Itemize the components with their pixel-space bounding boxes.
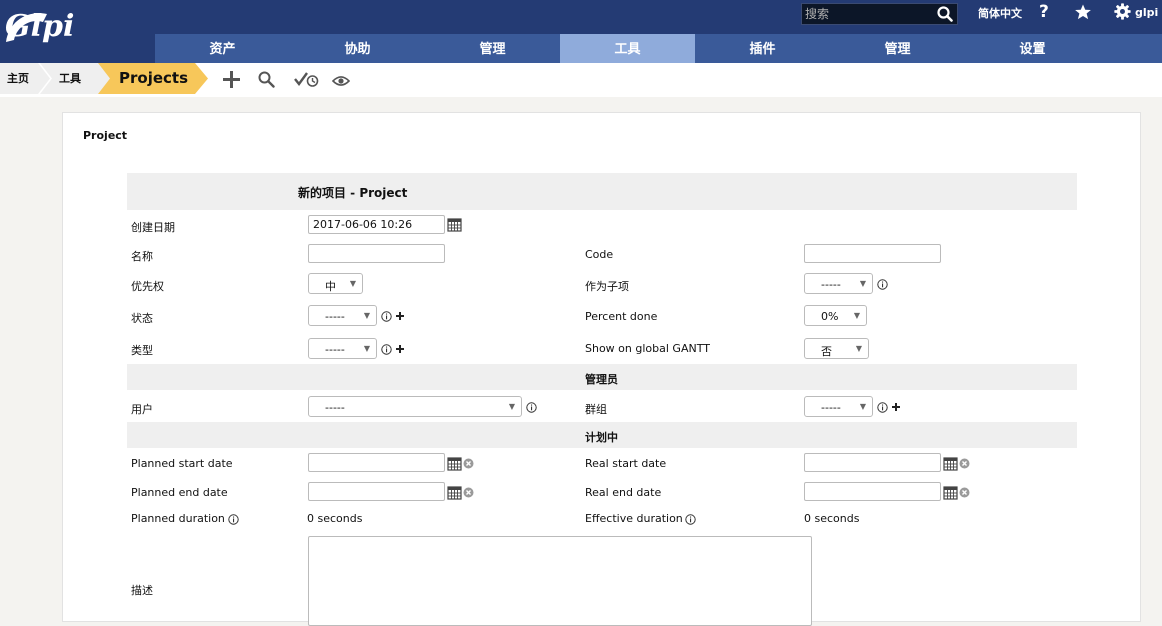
description-label: 描述 xyxy=(131,584,153,597)
group-select[interactable]: ----- ▼ xyxy=(804,396,873,417)
menu-assets[interactable]: 资产 xyxy=(155,34,290,63)
add-group-icon[interactable] xyxy=(892,403,900,411)
chevron-down-icon: ▼ xyxy=(859,279,866,288)
menu-administration[interactable]: 管理 xyxy=(830,34,965,63)
menu-setup[interactable]: 设置 xyxy=(965,34,1100,63)
percent-done-label: Percent done xyxy=(585,310,658,323)
glpi-logo[interactable]: Glpi xyxy=(3,2,103,58)
status-select[interactable]: ----- ▼ xyxy=(308,305,377,326)
info-icon[interactable] xyxy=(877,279,888,290)
breadcrumb-projects[interactable]: Projects xyxy=(98,63,210,94)
add-status-icon[interactable] xyxy=(396,312,404,320)
effective-duration-value: 0 seconds xyxy=(804,512,860,525)
clear-icon[interactable] xyxy=(959,487,970,498)
user-select[interactable]: ----- ▼ xyxy=(308,396,522,417)
percent-done-select[interactable]: 0% ▼ xyxy=(804,305,867,326)
real-end-label: Real end date xyxy=(585,486,662,499)
star-icon[interactable] xyxy=(1074,3,1092,21)
user-name[interactable]: glpi xyxy=(1135,6,1158,19)
calendar-icon[interactable] xyxy=(447,485,462,500)
info-icon[interactable] xyxy=(526,402,537,413)
chevron-down-icon: ▼ xyxy=(508,402,515,411)
creation-date-field[interactable] xyxy=(308,215,445,234)
type-select[interactable]: ----- ▼ xyxy=(308,338,377,359)
calendar-icon[interactable] xyxy=(943,456,958,471)
main-menu: 资产 协助 管理 工具 插件 管理 设置 xyxy=(155,34,1162,63)
child-of-label: 作为子项 xyxy=(585,280,629,293)
clear-icon[interactable] xyxy=(463,458,474,469)
real-end-field[interactable] xyxy=(804,482,941,501)
effective-duration-label: Effective duration xyxy=(585,512,683,525)
clear-icon[interactable] xyxy=(463,487,474,498)
planning-section-header: 计划中 xyxy=(127,422,1077,448)
menu-plugins[interactable]: 插件 xyxy=(695,34,830,63)
check-clock-icon[interactable] xyxy=(294,71,319,88)
info-icon[interactable] xyxy=(685,514,696,525)
top-bar: Glpi 简体中文 ? glpi 资产 协助 管理 工具 插件 管理 设置 xyxy=(0,0,1162,63)
chevron-down-icon: ▼ xyxy=(859,402,866,411)
info-icon[interactable] xyxy=(381,311,392,322)
calendar-icon[interactable] xyxy=(447,217,462,232)
chevron-down-icon: ▼ xyxy=(349,279,356,288)
planned-start-field[interactable] xyxy=(308,453,445,472)
language-selector[interactable]: 简体中文 xyxy=(978,5,1022,21)
search-icon[interactable] xyxy=(258,71,275,88)
card-title: Project xyxy=(83,129,128,142)
search-box xyxy=(801,3,958,25)
search-input[interactable] xyxy=(802,4,932,24)
form-header: 新的项目 - Project xyxy=(127,173,1077,210)
info-icon[interactable] xyxy=(228,514,239,525)
menu-tools[interactable]: 工具 xyxy=(560,34,695,63)
info-icon[interactable] xyxy=(877,402,888,413)
calendar-icon[interactable] xyxy=(447,456,462,471)
planned-duration-label: Planned duration xyxy=(131,512,225,525)
planned-duration-value: 0 seconds xyxy=(307,512,363,525)
code-label: Code xyxy=(585,248,614,261)
description-textarea[interactable] xyxy=(308,536,812,626)
chevron-down-icon: ▼ xyxy=(853,311,860,320)
gantt-label: Show on global GANTT xyxy=(585,342,710,355)
svg-text:Glpi: Glpi xyxy=(5,9,74,44)
manager-section-header: 管理员 xyxy=(127,364,1077,390)
real-start-field[interactable] xyxy=(804,453,941,472)
planned-start-label: Planned start date xyxy=(131,457,233,470)
chevron-down-icon: ▼ xyxy=(363,311,370,320)
child-of-select[interactable]: ----- ▼ xyxy=(804,273,873,294)
calendar-icon[interactable] xyxy=(943,485,958,500)
eye-icon[interactable] xyxy=(332,74,350,88)
name-label: 名称 xyxy=(131,250,153,263)
type-label: 类型 xyxy=(131,344,153,357)
help-icon[interactable]: ? xyxy=(1039,2,1049,22)
status-label: 状态 xyxy=(131,312,153,325)
gantt-select[interactable]: 否 ▼ xyxy=(804,338,869,359)
form-title: 新的项目 - Project xyxy=(298,186,408,200)
real-start-label: Real start date xyxy=(585,457,667,470)
planned-end-field[interactable] xyxy=(308,482,445,501)
group-label: 群组 xyxy=(585,403,607,416)
breadcrumb-bar: 主页 工具 Projects xyxy=(0,63,1162,97)
code-field[interactable] xyxy=(804,244,941,263)
name-field[interactable] xyxy=(308,244,445,263)
gear-icon[interactable] xyxy=(1114,3,1131,20)
chevron-down-icon: ▼ xyxy=(363,344,370,353)
priority-select[interactable]: 中 ▼ xyxy=(308,273,363,294)
add-icon[interactable] xyxy=(223,71,240,88)
search-icon[interactable] xyxy=(937,6,953,22)
clear-icon[interactable] xyxy=(959,458,970,469)
menu-management[interactable]: 管理 xyxy=(425,34,560,63)
creation-date-label: 创建日期 xyxy=(131,221,175,234)
chevron-down-icon: ▼ xyxy=(855,344,862,353)
user-label: 用户 xyxy=(131,403,153,416)
priority-label: 优先权 xyxy=(131,280,164,293)
add-type-icon[interactable] xyxy=(396,345,404,353)
menu-assistance[interactable]: 协助 xyxy=(290,34,425,63)
planned-end-label: Planned end date xyxy=(131,486,228,499)
info-icon[interactable] xyxy=(381,344,392,355)
